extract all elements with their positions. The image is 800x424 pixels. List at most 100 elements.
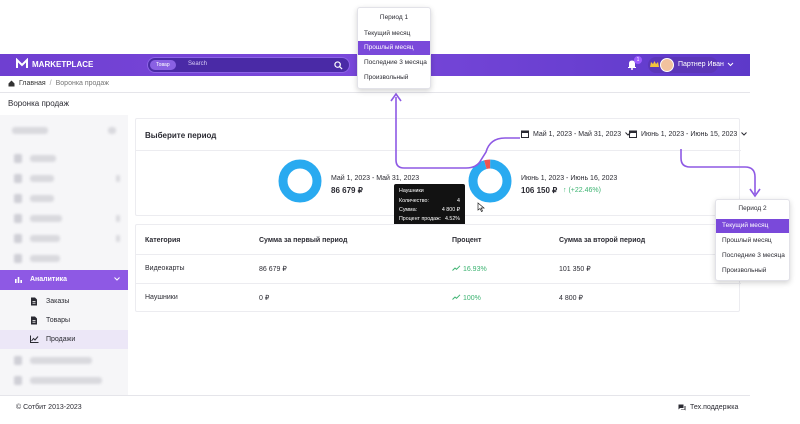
sidebar-subitem-orders[interactable]: Заказы [0,292,128,311]
sidebar-item-blurred[interactable] [0,189,128,209]
chevron-down-icon [114,277,120,281]
donut-slice-Видеокарты[interactable] [468,159,512,203]
table-cell-sum2: 101 350 ₽ [559,266,591,273]
sidebar-item-blurred[interactable] [0,249,128,269]
logo-text: MARKETPLACE [32,59,94,69]
table-header-category[interactable]: Категория [145,237,180,244]
logo-icon [16,58,28,68]
tooltip-row: Количество: 4 [399,198,460,204]
donut-chart-period2[interactable] [467,158,513,204]
footer-divider [0,395,750,396]
user-name: Партнер Иван [678,61,724,68]
search-category-chip[interactable]: Товар [150,60,176,70]
table-cell-percent: 100% [452,294,481,302]
tooltip-value: 4 800 ₽ [441,207,460,213]
sidebar-item-blurred[interactable] [0,209,128,229]
sidebar-item-blurred[interactable] [0,149,128,169]
period-card-divider [136,150,741,151]
breadcrumb-home[interactable]: Главная [19,80,46,87]
stat2-period: Июнь 1, 2023 - Июнь 16, 2023 [521,175,618,182]
user-menu[interactable]: Партнер Иван [648,57,724,73]
document-icon [31,316,37,325]
period2-date-select[interactable]: Июнь 1, 2023 - Июнь 15, 2023 [629,130,748,138]
table-cell-sum1: 0 ₽ [259,295,270,302]
period1-option-last-3-months[interactable]: Последние 3 месяца [358,56,430,70]
table-divider [136,254,741,255]
period2-option-custom[interactable]: Произвольный [716,264,789,278]
stat2-delta-value: (+22.46%) [568,187,601,194]
page-title: Воронка продаж [8,99,69,108]
home-icon[interactable] [8,80,15,87]
sidebar-item-blurred[interactable] [0,351,128,371]
chevron-down-icon[interactable] [727,62,734,67]
period2-option-last-3-months[interactable]: Последние 3 месяца [716,249,789,263]
tooltip-label: Количество: [399,198,429,204]
sidebar-item-blurred[interactable] [0,229,128,249]
period1-option-current-month[interactable]: Текущий месяц [358,27,430,41]
chat-icon [678,404,686,411]
line-chart-icon [30,335,39,343]
bar-chart-icon [15,277,22,283]
sidebar-subitem-products[interactable]: Товары [0,311,128,330]
period-card-title: Выберите период [145,131,217,140]
sidebar-nav-header [0,121,128,141]
avatar [660,58,674,72]
sales-table: Категория Сумма за первый период Процент… [135,224,741,312]
breadcrumb-separator: / [49,80,52,87]
period1-option-last-month[interactable]: Прошлый месяц [358,41,430,55]
sidebar-subitem-label: Продажи [46,336,76,343]
tooltip-value: 4.52% [444,216,460,222]
stat1-value: 86 679 ₽ [331,186,363,195]
breadcrumb-current: Воронка продаж [55,80,109,87]
period2-option-last-month[interactable]: Прошлый месяц [716,234,789,248]
sidebar-subitem-label: Заказы [46,298,70,305]
stat1-period: Май 1, 2023 - Май 31, 2023 [331,175,420,182]
calendar-icon [629,130,637,138]
period2-dropdown: Период 2 Текущий месяц Прошлый месяц Пос… [715,199,790,281]
trend-up-icon [452,294,461,300]
period2-date-text: Июнь 1, 2023 - Июнь 15, 2023 [641,130,738,138]
table-cell-category: Видеокарты [145,265,185,272]
chevron-down-icon [741,132,748,136]
footer-copyright: © Сотбит 2013-2023 [16,404,82,411]
cursor-icon [477,202,485,212]
donut-slice-Видеокарты[interactable] [278,159,322,203]
tooltip-row: Сумма: 4 800 ₽ [399,207,460,213]
breadcrumb: Главная / Воронка продаж [8,80,109,87]
search-input[interactable]: Search [188,61,207,67]
table-cell-percent-value: 100% [462,295,481,302]
period2-dropdown-title: Период 2 [738,205,767,212]
donut-chart-period1[interactable] [277,158,323,204]
tooltip-title: Наушники [399,188,424,194]
period2-option-current-month[interactable]: Текущий месяц [716,219,789,233]
search-bar[interactable]: Товар Search [147,57,350,73]
tooltip-label: Процент продаж: [399,216,442,222]
sidebar-item-analytics[interactable]: Аналитика [0,270,128,290]
sidebar-item-label: Аналитика [30,276,68,283]
table-header-sum2[interactable]: Сумма за второй период [559,237,645,244]
document-icon [31,297,37,306]
period1-option-custom[interactable]: Произвольный [358,71,430,85]
table-cell-percent: 16.93% [452,265,487,273]
period1-dropdown: Период 1 Текущий месяц Прошлый месяц Пос… [357,7,431,89]
tooltip-row: Процент продаж: 4.52% [399,216,460,222]
calendar-icon [521,130,529,138]
sidebar-subitem-sales[interactable]: Продажи [0,330,128,349]
stat2-delta: ↑ (+22.46%) [563,187,601,194]
sidebar-item-blurred[interactable] [0,169,128,189]
table-cell-sum1: 86 679 ₽ [259,266,287,273]
table-header-percent[interactable]: Процент [452,237,481,244]
period1-date-text: Май 1, 2023 - Май 31, 2023 [533,130,622,138]
table-header-sum1[interactable]: Сумма за первый период [259,237,347,244]
notification-badge: 1 [634,56,642,64]
tooltip-value: 4 [457,198,460,204]
arrow-up-icon: ↑ [563,187,567,194]
breadcrumb-divider [0,92,750,93]
table-cell-category: Наушники [145,294,178,301]
sidebar-item-blurred[interactable] [0,371,128,391]
support-link[interactable]: Тех.поддержка [678,404,738,411]
logo[interactable]: MARKETPLACE [16,58,93,70]
search-icon[interactable] [334,61,343,70]
period1-date-select[interactable]: Май 1, 2023 - Май 31, 2023 [521,130,631,138]
table-cell-sum2: 4 800 ₽ [559,295,583,302]
